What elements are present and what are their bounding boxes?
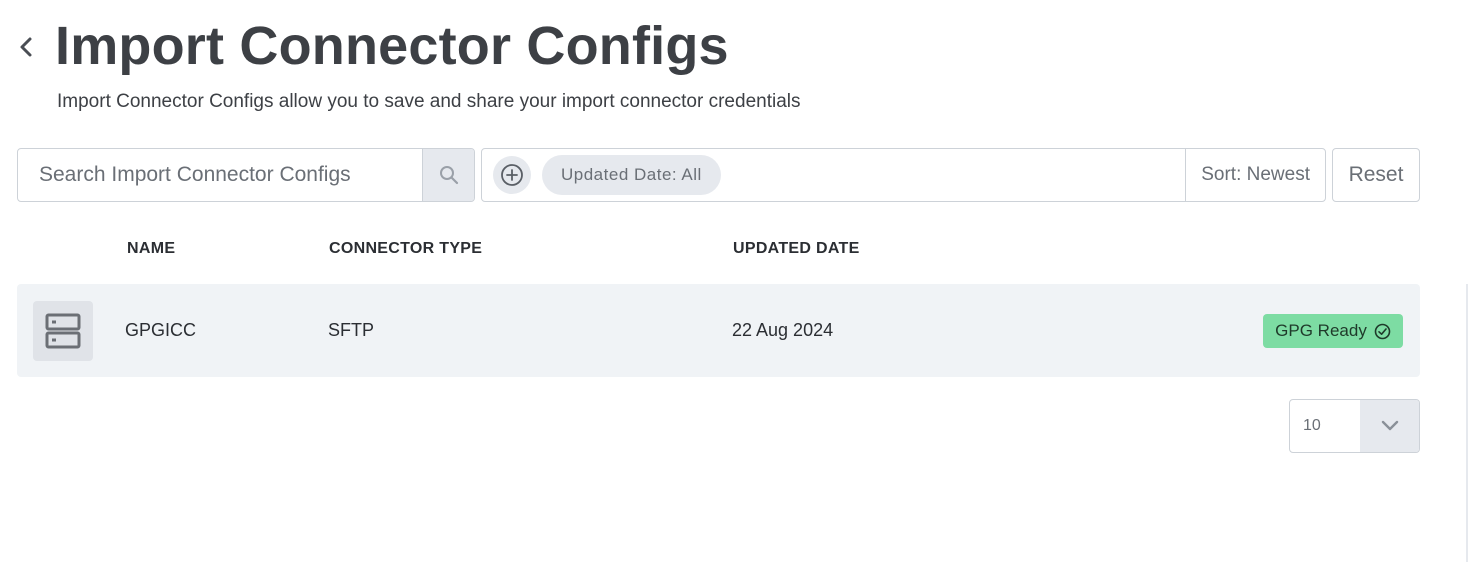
row-connector-type: SFTP [328,320,375,340]
reset-button[interactable]: Reset [1332,148,1420,202]
column-header-updated-date[interactable]: UPDATED DATE [733,240,860,258]
search-box [17,148,475,202]
page-size-toggle[interactable] [1360,400,1419,452]
search-button[interactable] [422,149,474,201]
check-circle-icon [1374,323,1391,339]
page-size-select[interactable]: 10 [1289,399,1420,453]
table-row[interactable]: GPGICC SFTP 22 Aug 2024 GPG Ready [17,284,1420,377]
add-filter-button[interactable] [493,156,531,194]
search-input[interactable] [18,149,422,201]
page-size-value: 10 [1303,417,1321,434]
chevron-left-icon [20,37,32,57]
row-updated-date: 22 Aug 2024 [732,320,834,340]
search-icon [439,166,458,185]
row-name: GPGICC [125,320,197,340]
sort-button[interactable]: Sort: Newest [1185,149,1325,201]
back-button[interactable] [14,34,38,60]
chevron-down-icon [1381,420,1398,431]
column-header-name[interactable]: NAME [127,240,175,258]
filter-chip-updated-date[interactable]: Updated Date: All [542,155,721,195]
table-header: NAME CONNECTOR TYPE UPDATED DATE [0,240,1469,262]
page-title: Import Connector Configs [55,16,729,76]
status-badge: GPG Ready [1263,314,1403,348]
plus-circle-icon [501,164,523,186]
scrollbar-track[interactable] [1466,284,1468,562]
status-badge-label: GPG Ready [1275,321,1367,340]
server-icon [45,313,81,349]
column-header-connector-type[interactable]: CONNECTOR TYPE [329,240,482,258]
filter-bar: Updated Date: All Sort: Newest [481,148,1326,202]
row-icon-container [33,301,93,361]
page-subtitle: Import Connector Configs allow you to sa… [57,91,801,112]
